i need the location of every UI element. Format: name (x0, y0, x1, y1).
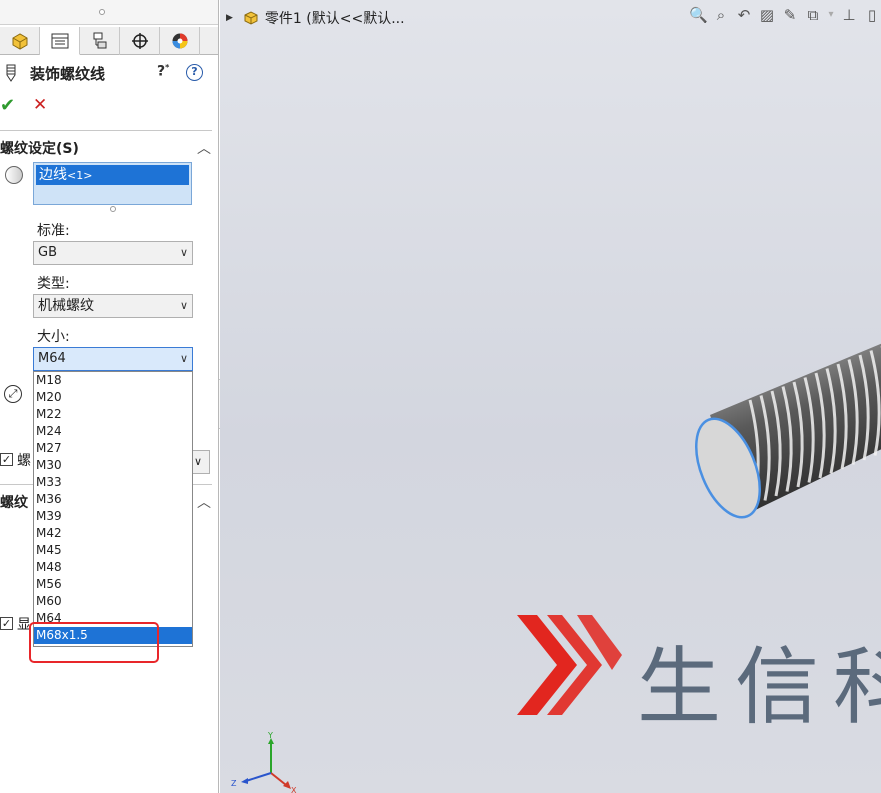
size-option[interactable]: M60 (34, 593, 192, 610)
chevron-down-icon: ∨ (179, 352, 188, 365)
zoom-to-area-icon[interactable]: ⌕ (712, 6, 730, 24)
divider (0, 130, 212, 131)
property-manager-tab[interactable] (40, 27, 80, 55)
size-option[interactable]: M33 (34, 474, 192, 491)
watermark-logo (517, 615, 622, 715)
size-option[interactable]: M64 (34, 610, 192, 627)
thread-callout-label: 螺 (17, 453, 31, 469)
dimxpert-tab[interactable] (120, 27, 160, 55)
size-option[interactable]: M24 (34, 423, 192, 440)
ok-button[interactable]: ✔ (0, 95, 15, 116)
size-option[interactable]: M27 (34, 440, 192, 457)
dimxpert-icon (131, 33, 148, 49)
collapse-chevron-up-icon[interactable]: ︿ (197, 492, 211, 512)
standard-label: 标准: (37, 223, 70, 239)
standard-select[interactable]: GB ∨ (33, 241, 193, 265)
diameter-icon: ⤢ (4, 385, 22, 403)
edge-selection-box[interactable]: 边线<1> (33, 162, 192, 205)
size-option[interactable]: M18 (34, 372, 192, 389)
drag-dot[interactable] (99, 9, 105, 15)
size-option[interactable]: M20 (34, 389, 192, 406)
hide-show-items-icon[interactable]: ▯ (863, 6, 881, 24)
watermark-text: 生信科 (637, 638, 881, 736)
reference-triad: Y Z X (231, 731, 297, 793)
dynamic-annotation-icon[interactable]: ✎ (781, 6, 799, 24)
cancel-button[interactable]: ✕ (33, 95, 47, 115)
size-option[interactable]: M45 (34, 542, 192, 559)
edge-selection-icon (5, 166, 23, 184)
chevron-down-icon: ∨ (179, 246, 188, 259)
selection-box-resize-handle[interactable] (110, 206, 116, 212)
thread-callout-section-title[interactable]: 螺纹 (0, 492, 28, 512)
property-manager-icon (51, 33, 68, 48)
size-option[interactable]: M42 (34, 525, 192, 542)
configuration-manager-tab[interactable] (80, 27, 120, 55)
view-orientation-icon[interactable]: ⧉ (804, 6, 822, 24)
panel-top-handle[interactable] (0, 0, 218, 25)
expand-caret-icon[interactable]: ▶ (226, 13, 233, 23)
property-manager-panel: 装饰螺纹线 ?* ? ✔ ✕ 螺纹设定(S) ︿ 边线<1> 标准: GB ∨ … (0, 0, 219, 793)
heads-up-view-toolbar: 🔍 ⌕ ↶ ▨ ✎ ⧉ ▾ ⊥ ▯ (689, 4, 881, 26)
size-option[interactable]: M39 (34, 508, 192, 525)
size-option[interactable]: M48 (34, 559, 192, 576)
display-checkbox[interactable]: ✓ (0, 617, 13, 630)
display-manager-tab[interactable] (160, 27, 200, 55)
selected-edge-item[interactable]: 边线<1> (36, 165, 189, 185)
previous-view-icon[interactable]: ↶ (735, 6, 753, 24)
collapse-chevron-up-icon[interactable]: ︿ (197, 138, 211, 158)
size-option[interactable]: M56 (34, 576, 192, 593)
standard-value: GB (38, 245, 57, 260)
selected-edge-text: 边线 (39, 167, 67, 183)
type-value: 机械螺纹 (38, 298, 94, 314)
help-label: ? (157, 63, 166, 80)
page-title: 装饰螺纹线 (30, 65, 106, 83)
property-manager-header: 装饰螺纹线 ?* ? (0, 60, 218, 86)
flyout-tree-row[interactable]: ▶ 零件1 (默认<<默认... (226, 8, 405, 28)
size-option[interactable]: M36 (34, 491, 192, 508)
cosmetic-thread-icon (6, 64, 16, 82)
triad-y-label: Y (267, 731, 273, 740)
size-label: 大小: (37, 329, 70, 345)
feature-manager-tab[interactable] (0, 27, 40, 55)
whats-wrong-help-icon[interactable]: ?* (157, 63, 169, 80)
chevron-down-icon: ∨ (179, 299, 188, 312)
part-icon (244, 11, 258, 25)
zoom-to-fit-icon[interactable]: 🔍 (689, 6, 708, 24)
thread-callout-checkbox[interactable]: ✓ (0, 453, 13, 466)
selected-edge-suffix: <1> (67, 169, 93, 182)
section-view-icon[interactable]: ▨ (758, 6, 776, 24)
display-label: 显 (17, 617, 31, 633)
feature-manager-icon (12, 33, 27, 50)
size-option[interactable]: M68x1.5 (34, 627, 192, 644)
part-tree-text: 零件1 (默认<<默认... (264, 11, 405, 27)
size-select[interactable]: M64 ∨ (33, 347, 193, 371)
triad-z-label: Z (231, 779, 237, 788)
configuration-icon (93, 32, 106, 49)
size-value: M64 (38, 351, 66, 366)
display-style-icon[interactable]: ⊥ (840, 6, 858, 24)
size-option[interactable]: M22 (34, 406, 192, 423)
graphics-area[interactable]: ▶ 零件1 (默认<<默认... 🔍 ⌕ ↶ ▨ ✎ ⧉ ▾ ⊥ ▯ 生信科 (220, 0, 881, 793)
size-option[interactable]: M30 (34, 457, 192, 474)
dropdown-arrow-icon[interactable]: ▾ (827, 6, 835, 24)
type-select[interactable]: 机械螺纹 ∨ (33, 294, 193, 318)
threaded-rod-model[interactable] (690, 320, 881, 530)
size-dropdown-list[interactable]: M18 M20 M22 M24 M27 M30 M33 M36 M39 M42 M45 M48 M56 M… (33, 371, 193, 647)
display-manager-icon (172, 33, 187, 49)
manager-tabs (0, 27, 218, 55)
type-label: 类型: (37, 276, 70, 292)
thread-settings-section-title[interactable]: 螺纹设定(S) (0, 138, 79, 158)
triad-x-label: X (291, 786, 297, 793)
help-icon[interactable]: ? (186, 64, 203, 81)
